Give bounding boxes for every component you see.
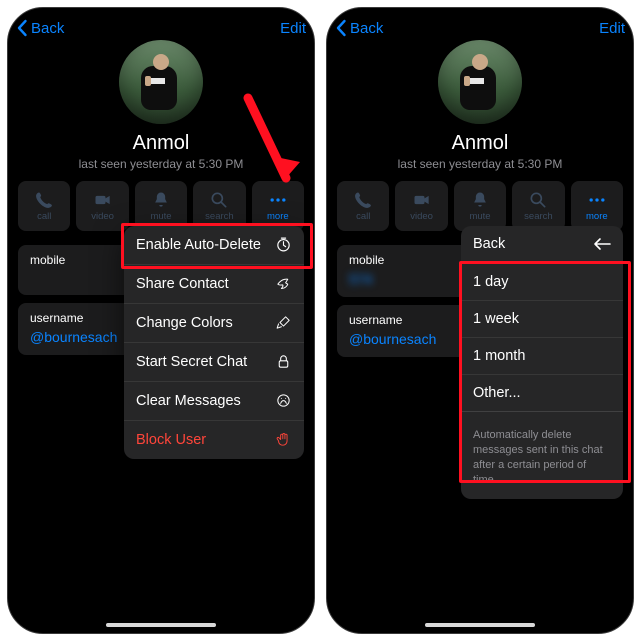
avatar[interactable] [438, 40, 522, 124]
menu-label: Enable Auto-Delete [136, 237, 261, 253]
avatar-wrap [327, 40, 633, 124]
menu-start-secret-chat[interactable]: Start Secret Chat [124, 342, 304, 381]
lock-icon [275, 353, 292, 370]
call-action[interactable]: call [18, 181, 70, 231]
menu-label: Clear Messages [136, 393, 241, 409]
menu-change-colors[interactable]: Change Colors [124, 303, 304, 342]
back-button[interactable]: Back [335, 19, 383, 37]
menu-clear-messages[interactable]: Clear Messages [124, 381, 304, 420]
menu-label: Share Contact [136, 276, 229, 292]
menu-enable-auto-delete[interactable]: Enable Auto-Delete [124, 226, 304, 264]
search-action[interactable]: search [193, 181, 245, 231]
phone-screenshot-more-menu: Back Edit Anmol last seen yesterday at 5… [7, 7, 315, 634]
more-menu: Enable Auto-Delete Share Contact Change … [124, 226, 304, 459]
search-action[interactable]: search [512, 181, 564, 231]
more-action[interactable]: more [571, 181, 623, 231]
back-label: Back [31, 20, 64, 37]
mute-action[interactable]: mute [454, 181, 506, 231]
chevron-left-icon [335, 19, 348, 37]
edit-label: Edit [280, 20, 306, 37]
home-indicator[interactable] [425, 623, 535, 627]
panel-description: Automatically delete messages sent in th… [461, 420, 623, 499]
video-label: video [410, 212, 433, 222]
call-label: call [356, 212, 370, 222]
mute-action[interactable]: mute [135, 181, 187, 231]
back-label: Back [350, 20, 383, 37]
call-label: call [37, 212, 51, 222]
option-1-day[interactable]: 1 day [461, 264, 623, 300]
more-icon [587, 190, 607, 210]
edit-button[interactable]: Edit [280, 20, 306, 37]
option-label: Other... [473, 385, 521, 401]
search-label: search [524, 212, 553, 222]
menu-label: Start Secret Chat [136, 354, 247, 370]
menu-share-contact[interactable]: Share Contact [124, 264, 304, 303]
arrow-left-icon [593, 237, 611, 251]
more-label: more [267, 212, 289, 222]
menu-label: Change Colors [136, 315, 233, 331]
avatar[interactable] [119, 40, 203, 124]
auto-delete-panel: Back 1 day 1 week 1 month Other... Autom… [461, 226, 623, 499]
hand-icon [275, 431, 292, 448]
phone-screenshot-auto-delete-options: Back Edit Anmol last seen yesterday at 5… [326, 7, 634, 634]
back-button[interactable]: Back [16, 19, 64, 37]
share-icon [275, 275, 292, 292]
menu-block-user[interactable]: Block User [124, 420, 304, 459]
more-icon [268, 190, 288, 210]
bell-icon [470, 190, 490, 210]
phone-icon [34, 190, 54, 210]
last-seen: last seen yesterday at 5:30 PM [327, 157, 633, 171]
panel-back[interactable]: Back [461, 226, 623, 263]
search-icon [209, 190, 229, 210]
chevron-left-icon [16, 19, 29, 37]
last-seen: last seen yesterday at 5:30 PM [8, 157, 314, 171]
option-label: 1 month [473, 348, 525, 364]
avatar-wrap [8, 40, 314, 124]
profile-name: Anmol [327, 132, 633, 155]
video-icon [93, 190, 113, 210]
search-label: search [205, 212, 234, 222]
option-1-week[interactable]: 1 week [461, 300, 623, 337]
video-action[interactable]: video [395, 181, 447, 231]
more-label: more [586, 212, 608, 222]
home-indicator[interactable] [106, 623, 216, 627]
option-1-month[interactable]: 1 month [461, 337, 623, 374]
menu-label: Block User [136, 432, 206, 448]
option-other[interactable]: Other... [461, 374, 623, 411]
edit-label: Edit [599, 20, 625, 37]
search-icon [528, 190, 548, 210]
panel-back-label: Back [473, 236, 505, 252]
option-label: 1 day [473, 274, 508, 290]
broom-icon [275, 392, 292, 409]
bell-icon [151, 190, 171, 210]
call-action[interactable]: call [337, 181, 389, 231]
more-action[interactable]: more [252, 181, 304, 231]
video-label: video [91, 212, 114, 222]
timer-icon [275, 236, 292, 253]
brush-icon [275, 314, 292, 331]
video-icon [412, 190, 432, 210]
edit-button[interactable]: Edit [599, 20, 625, 37]
mute-label: mute [469, 212, 490, 222]
mute-label: mute [150, 212, 171, 222]
profile-name: Anmol [8, 132, 314, 155]
video-action[interactable]: video [76, 181, 128, 231]
phone-icon [353, 190, 373, 210]
option-label: 1 week [473, 311, 519, 327]
